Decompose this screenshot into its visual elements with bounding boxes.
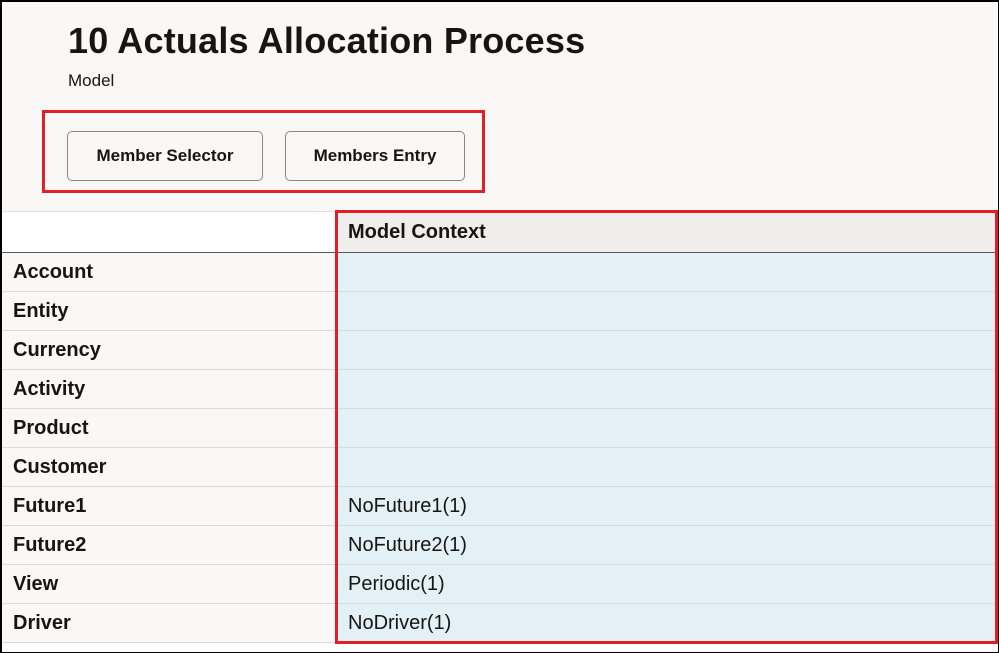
window-border (0, 0, 999, 653)
